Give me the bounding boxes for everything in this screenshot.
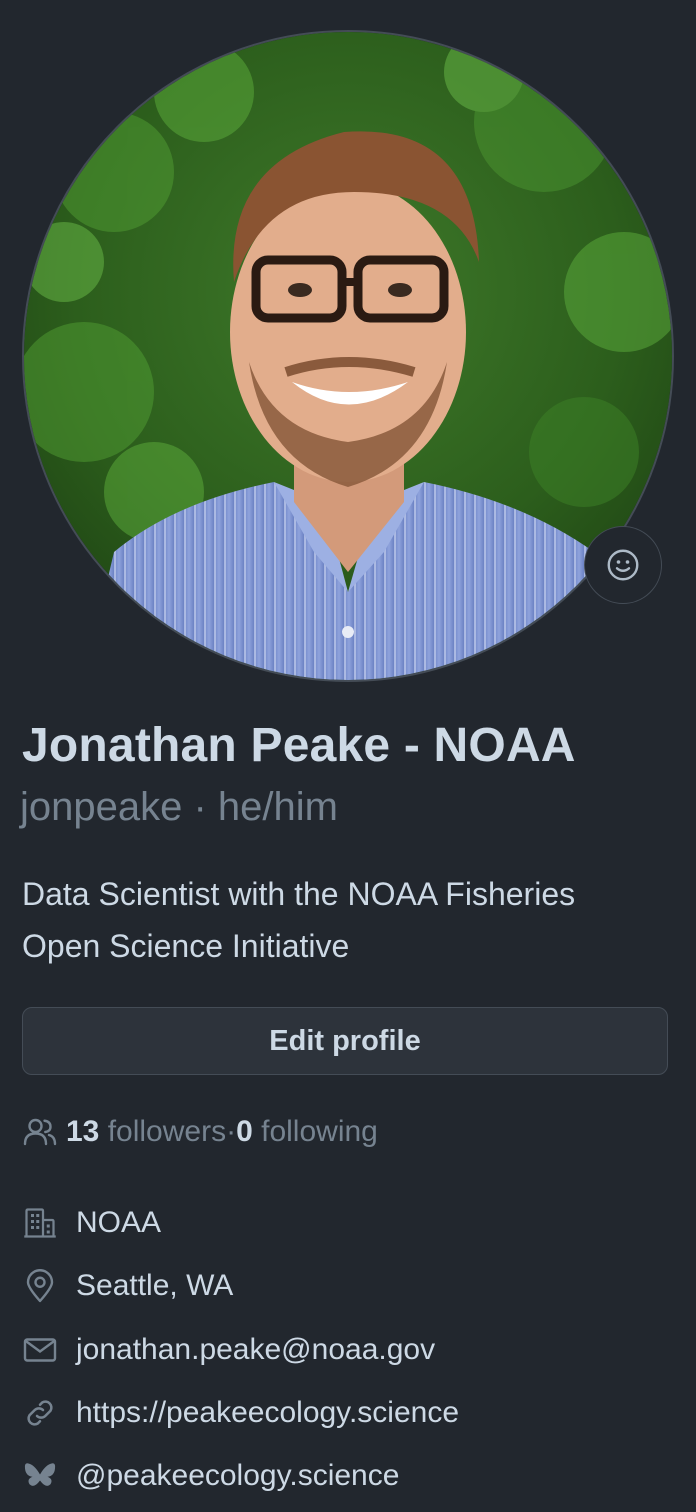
following-label: following (252, 1115, 378, 1148)
profile-full-name: Jonathan Peake - NOAA (22, 719, 576, 772)
following-link[interactable]: 0 following (236, 1115, 378, 1149)
detail-organization: NOAA (22, 1205, 161, 1241)
detail-bluesky: @peakeecology.science (22, 1458, 399, 1494)
follow-separator: · (226, 1115, 237, 1148)
organization-text: NOAA (76, 1206, 162, 1239)
set-status-button[interactable] (584, 526, 662, 604)
login-separator: · (182, 785, 218, 829)
people-icon (22, 1117, 58, 1147)
email-link[interactable]: jonathan.peake@noaa.gov (76, 1333, 435, 1367)
link-icon (22, 1395, 58, 1431)
bluesky-link[interactable]: @peakeecology.science (76, 1459, 399, 1493)
smiley-icon (607, 549, 639, 581)
avatar[interactable] (22, 30, 674, 682)
location-icon (22, 1268, 58, 1304)
followers-link[interactable]: 13 followers (66, 1115, 226, 1149)
mail-icon (22, 1332, 58, 1368)
following-count: 0 (236, 1115, 253, 1148)
butterfly-icon (22, 1458, 58, 1494)
edit-profile-button[interactable]: Edit profile (22, 1007, 668, 1075)
website-link[interactable]: https://peakeecology.science (76, 1396, 459, 1430)
profile-photo (24, 32, 672, 680)
organization-icon (22, 1205, 58, 1241)
avatar-container (22, 30, 674, 682)
location-text: Seattle, WA (76, 1269, 234, 1302)
detail-website: https://peakeecology.science (22, 1395, 459, 1431)
profile-login: jonpeake (20, 785, 183, 829)
follow-stats: 13 followers · 0 following (22, 1115, 378, 1149)
profile-bio: Data Scientist with the NOAA Fisheries O… (22, 876, 576, 964)
profile-login-line: jonpeake · he/him (20, 785, 338, 830)
profile-sidebar: Jonathan Peake - NOAA jonpeake · he/him … (0, 0, 696, 1512)
detail-location: Seattle, WA (22, 1268, 233, 1304)
followers-count: 13 (66, 1115, 100, 1148)
detail-email: jonathan.peake@noaa.gov (22, 1332, 435, 1368)
followers-label: followers (99, 1115, 227, 1148)
profile-pronouns: he/him (217, 785, 338, 829)
